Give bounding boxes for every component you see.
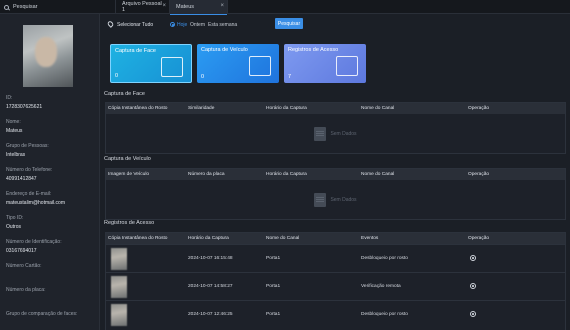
- filter-option-yesterday[interactable]: Ontem: [190, 22, 205, 28]
- filter-option-today[interactable]: Hoje: [177, 22, 187, 28]
- table-row[interactable]: 2024-10-07 16:15:48 Porta1 Desbloqueio p…: [106, 244, 565, 272]
- empty-document-icon: [314, 193, 327, 207]
- tab-person-detail[interactable]: Mateus ×: [170, 0, 228, 15]
- search-icon: [4, 4, 9, 10]
- table-header: Imagem de Veículo Número da placa Horári…: [106, 169, 565, 180]
- access-records-table: Cópia Instantânea do Rosto Horário da Ca…: [105, 232, 566, 330]
- face-scan-icon: [161, 57, 183, 77]
- table-header: Cópia Instantânea do Rosto Similaridade …: [106, 103, 565, 114]
- column-header: Número da placa: [188, 172, 225, 177]
- card-count: 0: [201, 74, 205, 80]
- tab-label: Arquivo Pessoal 1: [122, 1, 162, 13]
- field-value-email: mateustalim@hotmail.com: [6, 200, 65, 206]
- card-title: Captura de Face: [115, 48, 156, 54]
- column-header: Operação: [468, 106, 490, 111]
- column-header: Similaridade: [188, 106, 215, 111]
- capture-time: 2024-10-07 16:15:48: [188, 256, 233, 261]
- field-label-face-group: Grupo de comparação de faces:: [6, 311, 78, 317]
- channel-name: Porta1: [266, 312, 281, 317]
- event-name: Verificação remota: [361, 284, 401, 289]
- empty-state: Sem Dados: [106, 182, 565, 218]
- main-content: Selecionar Tudo Hoje Ontem Esta semana P…: [101, 14, 570, 330]
- column-header: Cópia Instantânea do Rosto: [108, 236, 168, 241]
- field-label-email: Endereço de E-mail:: [6, 191, 52, 197]
- face-capture-table: Cópia Instantânea do Rosto Similaridade …: [105, 102, 566, 154]
- column-header: Cópia Instantânea do Rosto: [108, 106, 168, 111]
- field-value-name: Mateus: [6, 128, 23, 134]
- column-header: Horário da Captura: [266, 172, 307, 177]
- empty-document-icon: [314, 127, 327, 141]
- column-header: Operação: [468, 236, 490, 241]
- select-all-link[interactable]: Selecionar Tudo: [117, 22, 153, 28]
- column-header: Nome do Canal: [266, 236, 300, 241]
- card-count: 7: [288, 74, 292, 80]
- radio-icon[interactable]: [170, 22, 175, 27]
- tab-search[interactable]: Pesquisar: [0, 0, 116, 14]
- vehicle-scan-icon: [249, 56, 271, 76]
- column-header: Imagem de Veículo: [108, 172, 150, 177]
- face-thumbnail[interactable]: [111, 276, 127, 298]
- column-header: Operação: [468, 172, 490, 177]
- filter-bar: Selecionar Tudo Hoje Ontem Esta semana P…: [101, 14, 570, 36]
- tab-bar: Pesquisar Arquivo Pessoal 1 × Mateus ×: [0, 0, 570, 15]
- view-detail-icon[interactable]: [470, 311, 476, 317]
- table-row[interactable]: 2024-10-07 14:58:27 Porta1 Verificação r…: [106, 272, 565, 300]
- table-header: Cópia Instantânea do Rosto Horário da Ca…: [106, 233, 565, 244]
- section-title-face: Captura de Face: [104, 91, 145, 97]
- capture-time: 2024-10-07 12:46:25: [188, 312, 233, 317]
- card-count: 0: [115, 73, 119, 79]
- column-header: Horário da Captura: [188, 236, 229, 241]
- field-value-group: Intelbras: [6, 152, 26, 158]
- field-label-plate: Número da placa:: [6, 287, 46, 293]
- column-header: Horário da Captura: [266, 106, 307, 111]
- vehicle-capture-table: Imagem de Veículo Número da placa Horári…: [105, 168, 566, 220]
- field-label-id: ID:: [6, 95, 13, 101]
- face-thumbnail[interactable]: [111, 248, 127, 270]
- field-value-id: 1728307625621: [6, 104, 43, 110]
- close-icon[interactable]: ×: [220, 3, 224, 9]
- empty-text: Sem Dados: [330, 197, 357, 203]
- card-face-capture[interactable]: Captura de Face 0: [110, 44, 192, 83]
- tab-label: Mateus: [176, 4, 195, 10]
- capture-time: 2024-10-07 14:58:27: [188, 284, 233, 289]
- card-access-records[interactable]: Registros de Acesso 7: [284, 44, 366, 83]
- view-detail-icon[interactable]: [470, 255, 476, 261]
- filter-option-this-week[interactable]: Esta semana: [208, 22, 237, 28]
- event-name: Desbloqueio por rosto: [361, 312, 408, 317]
- field-label-id-type: Tipo ID:: [6, 215, 24, 221]
- column-header: Nome do Canal: [361, 106, 395, 111]
- card-title: Captura de Veículo: [201, 47, 248, 53]
- field-label-card: Número Cartão:: [6, 263, 42, 269]
- channel-name: Porta1: [266, 256, 281, 261]
- field-label-group: Grupo de Pessoas:: [6, 143, 49, 149]
- section-title-access: Registros de Acesso: [104, 220, 155, 226]
- tab-label: Pesquisar: [13, 4, 38, 10]
- field-value-id-type: Outros: [6, 224, 22, 230]
- location-pin-icon: [106, 20, 115, 28]
- table-row[interactable]: 2024-10-07 12:46:25 Porta1 Desbloqueio p…: [106, 300, 565, 328]
- channel-name: Porta1: [266, 284, 281, 289]
- field-value-phone: 40991412847: [6, 176, 37, 182]
- face-thumbnail[interactable]: [111, 304, 127, 326]
- field-label-phone: Número do Telefone:: [6, 167, 53, 173]
- event-name: Desbloqueio por rosto: [361, 256, 408, 261]
- profile-panel: ID: 1728307625621 Nome: Mateus Grupo de …: [0, 14, 100, 330]
- empty-text: Sem Dados: [330, 131, 357, 137]
- field-value-id-number: 03167694017: [6, 248, 37, 254]
- column-header: Eventos: [361, 236, 379, 241]
- section-title-vehicle: Captura de Veículo: [104, 156, 151, 162]
- avatar: [23, 25, 73, 87]
- card-title: Registros de Acesso: [288, 47, 339, 53]
- column-header: Nome do Canal: [361, 172, 395, 177]
- search-button[interactable]: Pesquisar: [275, 18, 303, 29]
- tab-personal-file[interactable]: Arquivo Pessoal 1 ×: [116, 0, 170, 14]
- field-label-id-number: Número de Identificação:: [6, 239, 62, 245]
- empty-state: Sem Dados: [106, 116, 565, 152]
- view-detail-icon[interactable]: [470, 283, 476, 289]
- close-icon[interactable]: ×: [162, 3, 166, 9]
- card-vehicle-capture[interactable]: Captura de Veículo 0: [197, 44, 279, 83]
- access-record-icon: [336, 56, 358, 76]
- field-label-name: Nome:: [6, 119, 21, 125]
